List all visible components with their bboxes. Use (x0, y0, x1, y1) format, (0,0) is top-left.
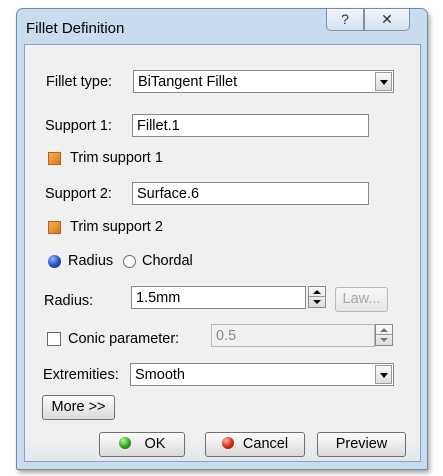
trim-support2-checkbox[interactable] (48, 221, 61, 234)
support1-label: Support 1: (45, 118, 112, 134)
conic-parameter-value: 0.5 (216, 328, 237, 344)
radius-field[interactable]: 1.5mm (131, 286, 306, 309)
cancel-button[interactable]: Cancel (205, 432, 305, 457)
conic-parameter-field[interactable]: 0.5 (211, 324, 375, 347)
preview-button[interactable]: Preview (317, 432, 406, 457)
fillet-type-dropdown[interactable]: BiTangent Fillet (133, 70, 394, 93)
extremities-label: Extremities: (43, 367, 119, 383)
help-icon: ? (341, 11, 349, 27)
fillet-definition-dialog: Fillet Definition ? ✕ Fillet type: BiTan… (16, 8, 428, 470)
spin-down-icon[interactable] (309, 297, 325, 307)
title-bar[interactable]: Fillet Definition ? ✕ (17, 9, 427, 43)
conic-parameter-stepper[interactable] (375, 324, 393, 346)
ok-button[interactable]: OK (99, 432, 185, 457)
chevron-down-icon[interactable] (375, 365, 392, 384)
ok-button-label: OK (144, 436, 166, 452)
conic-parameter-checkbox[interactable] (47, 332, 61, 346)
close-button[interactable]: ✕ (364, 9, 410, 31)
trim-support1-label: Trim support 1 (70, 150, 163, 166)
radius-value: 1.5mm (136, 290, 181, 306)
dialog-title: Fillet Definition (26, 20, 125, 37)
support2-value: Surface.6 (137, 186, 200, 202)
fillet-type-label: Fillet type: (46, 74, 113, 90)
close-icon: ✕ (381, 11, 393, 27)
conic-parameter-label: Conic parameter: (68, 331, 180, 347)
help-button[interactable]: ? (326, 9, 364, 31)
dialog-body: Fillet type: BiTangent Fillet Support 1:… (24, 44, 421, 462)
chordal-radio-label: Chordal (142, 253, 193, 269)
spin-up-icon[interactable] (376, 325, 392, 335)
support1-value: Fillet.1 (137, 118, 180, 134)
more-button[interactable]: More >> (42, 395, 115, 420)
radius-label: Radius: (44, 293, 94, 309)
support2-field[interactable]: Surface.6 (132, 182, 369, 205)
radius-stepper[interactable] (308, 286, 326, 308)
trim-support1-checkbox[interactable] (48, 152, 61, 165)
support1-field[interactable]: Fillet.1 (132, 114, 369, 137)
extremities-dropdown[interactable]: Smooth (130, 363, 394, 386)
radius-radio[interactable] (48, 255, 61, 268)
support2-label: Support 2: (45, 186, 112, 202)
extremities-value: Smooth (135, 367, 185, 383)
radius-radio-label: Radius (68, 253, 114, 269)
fillet-type-value: BiTangent Fillet (138, 74, 238, 90)
trim-support2-label: Trim support 2 (70, 219, 163, 235)
ok-icon (118, 437, 131, 449)
chordal-radio[interactable] (123, 255, 136, 268)
cancel-button-label: Cancel (242, 436, 289, 452)
law-button[interactable]: Law... (335, 287, 388, 312)
cancel-icon (221, 437, 234, 449)
spin-up-icon[interactable] (309, 287, 325, 297)
chevron-down-icon[interactable] (375, 72, 392, 91)
spin-down-icon[interactable] (376, 335, 392, 345)
